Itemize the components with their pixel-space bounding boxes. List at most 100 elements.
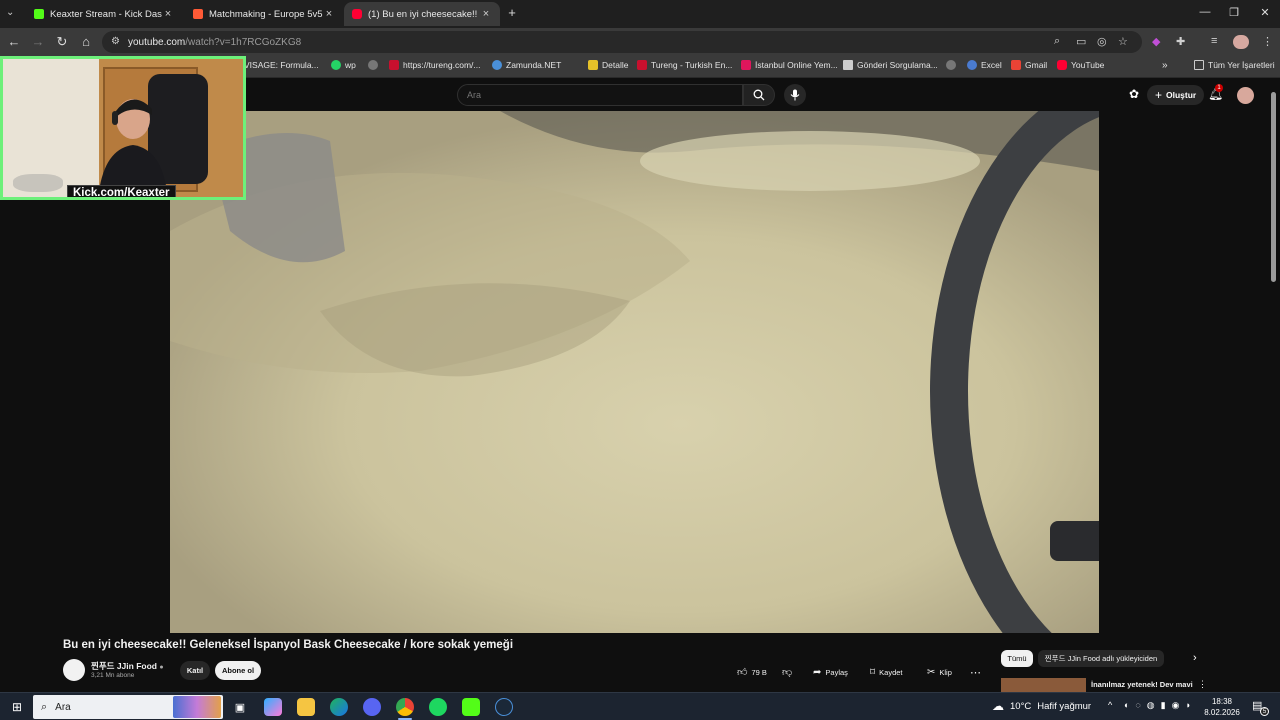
webcam-channel-label: Kick.com/Keaxter	[67, 185, 176, 197]
more-actions-icon[interactable]: ⋯	[970, 663, 981, 681]
clip-button[interactable]: ✂ Klip	[927, 663, 952, 681]
like-button[interactable]: 👍︎ 79 B	[737, 663, 767, 681]
cloud-rain-icon: ☁	[992, 699, 1004, 713]
back-arrow-icon[interactable]: ←	[5, 34, 23, 49]
channel-name[interactable]: 찐푸드 JJin Food ●	[91, 660, 164, 672]
globe-icon	[368, 60, 378, 70]
scrollbar-thumb[interactable]	[1271, 92, 1276, 282]
bookmark-globe-2[interactable]	[946, 60, 960, 70]
bookmark-visage[interactable]: VISAGE: Formula...	[244, 60, 319, 70]
start-windows-icon[interactable]: ⊞	[8, 698, 26, 716]
extension-icon[interactable]: ◆	[1152, 35, 1160, 48]
verified-icon: ●	[159, 664, 164, 671]
bookmark-detalle[interactable]: Detalle	[588, 60, 628, 70]
thumbs-up-icon: 👍︎	[737, 667, 748, 678]
taskbar-clock[interactable]: 18:38 8.02.2026	[1200, 696, 1244, 718]
bookmark-label: wp	[345, 60, 356, 70]
join-button[interactable]: Katıl	[180, 661, 210, 680]
file-explorer-icon[interactable]	[297, 698, 315, 716]
new-tab-button[interactable]: +	[505, 5, 519, 20]
create-label: Oluştur	[1166, 90, 1197, 100]
bookmark-excel[interactable]: Excel	[967, 60, 1002, 70]
search-highlight-icon	[173, 696, 221, 718]
zoom-icon[interactable]: ⌕	[1054, 35, 1060, 48]
close-tab-icon[interactable]: ×	[162, 8, 174, 20]
bookmark-star-icon[interactable]: ☆	[1118, 35, 1128, 48]
copilot-icon[interactable]	[264, 698, 282, 716]
bookmark-istanbul-online[interactable]: İstanbul Online Yem...	[741, 60, 838, 70]
chips-next-icon[interactable]: ›	[1193, 652, 1197, 664]
tab-matchmaking[interactable]: Matchmaking - Europe 5v5 Quick ×	[185, 2, 343, 26]
profile-avatar[interactable]	[1233, 35, 1249, 49]
close-tab-icon[interactable]: ×	[480, 8, 492, 20]
restore-icon[interactable]: ❐	[1219, 6, 1249, 19]
edge-icon[interactable]	[330, 698, 348, 716]
recommended-video-title[interactable]: İnanılmaz yetenek! Dev mavi	[1091, 680, 1193, 689]
notification-center-badge: 5	[1260, 707, 1269, 716]
chip-all[interactable]: Tümü	[1001, 650, 1033, 667]
close-tab-icon[interactable]: ×	[323, 8, 335, 20]
channel-avatar[interactable]	[63, 659, 85, 681]
taskbar-search[interactable]: ⌕ Ara	[33, 695, 223, 719]
create-button[interactable]: + Oluştur	[1147, 85, 1205, 105]
site-info-icon[interactable]: ⚙	[111, 36, 120, 47]
dislike-button[interactable]: 👎︎	[782, 663, 792, 681]
tab-youtube-video[interactable]: (1) Bu en iyi cheesecake!! Geleneksel ×	[344, 2, 500, 26]
extension-gear-icon[interactable]: ✿	[1129, 87, 1139, 101]
tray-icons[interactable]: ◐◌◍▮◉◗	[1124, 700, 1197, 711]
bookmark-label: Zamunda.NET	[506, 60, 562, 70]
search-input[interactable]	[467, 90, 727, 100]
save-button[interactable]: ⌑ Kaydet	[870, 663, 903, 681]
minimize-icon[interactable]: —	[1190, 6, 1220, 18]
search-button[interactable]	[743, 84, 775, 106]
home-icon[interactable]: ⌂	[77, 34, 95, 49]
page-scrollbar[interactable]	[1270, 90, 1278, 290]
bookmark-globe[interactable]	[368, 60, 382, 70]
weather-desc: Hafif yağmur	[1037, 700, 1092, 712]
share-button[interactable]: ➦ Paylaş	[813, 663, 848, 681]
recommended-more-icon[interactable]: ⋮	[1198, 679, 1207, 690]
tab-search-icon[interactable]: ⌄	[6, 7, 14, 18]
search-box[interactable]	[457, 84, 743, 106]
gonderi-icon	[843, 60, 853, 70]
more-bookmarks-icon[interactable]: »	[1162, 60, 1168, 71]
weather-widget[interactable]: ☁ 10°C Hafif yağmur	[992, 699, 1091, 713]
bookmark-gmail[interactable]: Gmail	[1011, 60, 1047, 70]
close-window-icon[interactable]: ✕	[1250, 6, 1280, 19]
kick-studio-icon[interactable]	[462, 698, 480, 716]
cast-icon[interactable]: ▭	[1076, 35, 1086, 48]
discord-icon[interactable]	[363, 698, 381, 716]
save-label: Kaydet	[879, 667, 903, 677]
voice-search-button[interactable]	[784, 84, 806, 106]
bookmark-label: Gmail	[1025, 60, 1048, 70]
task-view-icon[interactable]: ▣	[231, 698, 249, 716]
bookmark-gonderi[interactable]: Gönderi Sorgulama...	[843, 60, 938, 70]
reload-icon[interactable]: ↻	[53, 34, 71, 50]
bookmark-wp[interactable]: wp	[331, 60, 356, 70]
globe-icon	[946, 60, 956, 70]
folder-icon	[1194, 60, 1204, 70]
steam-icon[interactable]	[495, 698, 513, 716]
menu-icon[interactable]: ⋮	[1262, 35, 1273, 48]
forward-arrow-icon[interactable]: →	[29, 34, 47, 49]
puzzle-icon[interactable]: ✚	[1176, 35, 1185, 48]
gmail-icon	[1011, 60, 1021, 70]
chrome-icon[interactable]	[396, 698, 414, 716]
faceit-favicon-icon	[193, 9, 203, 19]
bookmark-zamunda[interactable]: Zamunda.NET	[492, 60, 561, 70]
address-bar[interactable]: ⚙ youtube.com/watch?v=1h7RCGoZKG8	[102, 31, 1142, 53]
account-avatar[interactable]	[1237, 87, 1254, 104]
bookmark-tureng-url[interactable]: https://tureng.com/...	[389, 60, 480, 70]
subscribe-button[interactable]: Abone ol	[215, 661, 261, 680]
tab-kick-dashboard[interactable]: Keaxter Stream - Kick Dashboard ×	[26, 2, 182, 26]
tray-chevron-icon[interactable]: ^	[1108, 700, 1112, 710]
bookmark-tureng[interactable]: Tureng - Turkish En...	[637, 60, 732, 70]
spotify-icon[interactable]	[429, 698, 447, 716]
bookmark-youtube[interactable]: YouTube	[1057, 60, 1104, 70]
all-bookmarks[interactable]: Tüm Yer İşaretleri	[1194, 60, 1275, 70]
chip-from-uploader[interactable]: 찐푸드 JJin Food adlı yükleyiciden	[1038, 650, 1164, 667]
reading-list-icon[interactable]: ≡	[1211, 35, 1217, 47]
recommended-video-thumbnail[interactable]	[1001, 678, 1086, 692]
video-player[interactable]: ✋︎	[170, 111, 1099, 633]
eye-off-icon[interactable]: ◎	[1097, 35, 1107, 48]
